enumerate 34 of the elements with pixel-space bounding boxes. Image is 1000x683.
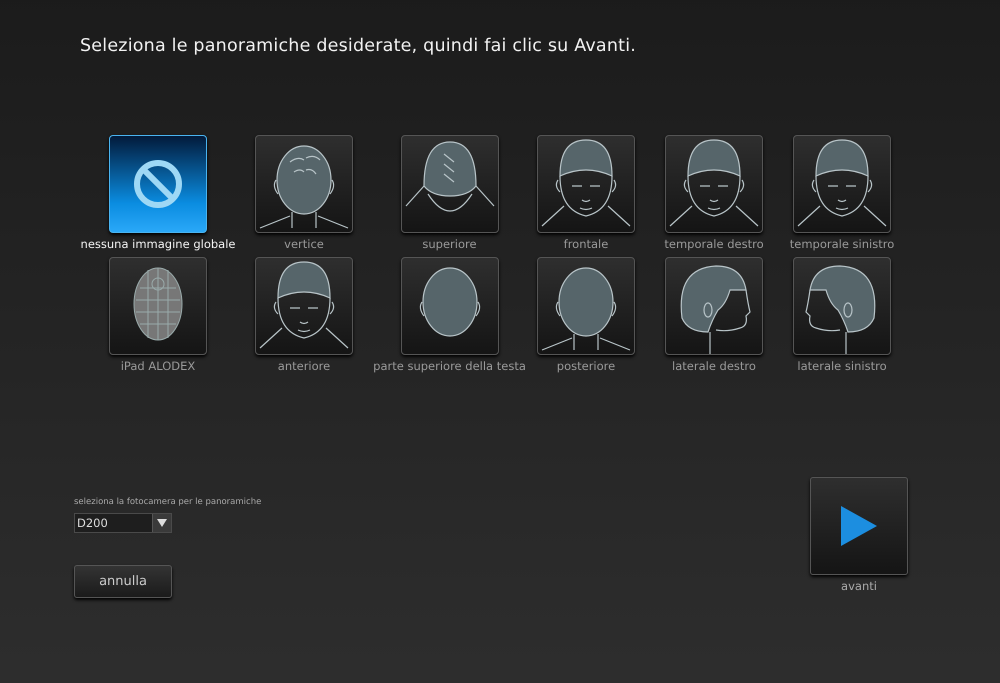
view-tile[interactable] xyxy=(665,257,763,355)
view-label: nessuna immagine globale xyxy=(80,237,236,251)
instruction-heading: Seleziona le panoramiche desiderate, quindi fai clic su Avanti. xyxy=(80,36,638,56)
view-label: laterale destro xyxy=(672,359,756,373)
view-label: laterale sinistro xyxy=(797,359,887,373)
view-label: anteriore xyxy=(278,359,330,373)
view-label: temporale sinistro xyxy=(790,237,894,251)
view-tile[interactable] xyxy=(793,135,891,233)
prohibited-icon xyxy=(134,160,182,208)
view-tile[interactable] xyxy=(665,135,763,233)
view-label: parte superiore della testa xyxy=(373,359,526,373)
view-tile[interactable] xyxy=(109,135,207,233)
view-tile[interactable] xyxy=(537,257,635,355)
camera-label: seleziona la fotocamera per le panoramiche xyxy=(74,497,262,507)
view-label: posteriore xyxy=(556,359,616,373)
view-label: temporale destro xyxy=(664,237,764,251)
view-tile[interactable] xyxy=(109,257,207,355)
view-tile[interactable] xyxy=(255,257,353,355)
view-tile[interactable] xyxy=(793,257,891,355)
play-icon xyxy=(839,504,879,548)
view-tile[interactable] xyxy=(537,135,635,233)
view-tile[interactable] xyxy=(255,135,353,233)
head-back-drawing xyxy=(419,267,480,337)
view-label: frontale xyxy=(564,237,608,251)
view-tile[interactable] xyxy=(400,257,498,355)
view-tile[interactable] xyxy=(400,135,498,233)
camera-dropdown[interactable]: D200 xyxy=(74,513,172,533)
view-label: superiore xyxy=(422,237,477,251)
view-label: iPad ALODEX xyxy=(120,359,196,373)
cancel-button[interactable]: annulla xyxy=(74,565,172,598)
view-label: vertice xyxy=(284,237,324,251)
dropdown-arrow-icon xyxy=(157,519,167,527)
next-button[interactable] xyxy=(810,477,908,575)
next-label: avanti xyxy=(841,579,877,593)
